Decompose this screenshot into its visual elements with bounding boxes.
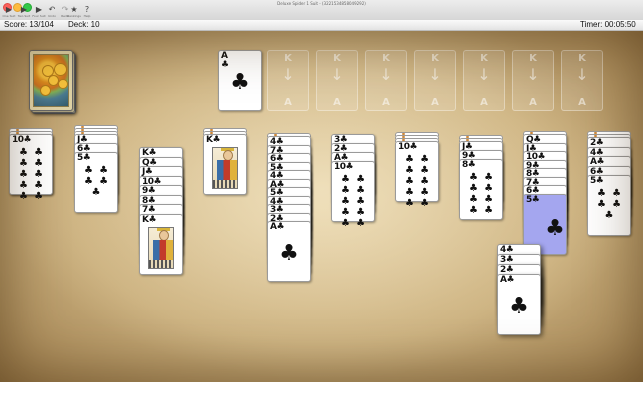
slot-ace-label: A: [431, 97, 439, 108]
card-index: K♣: [142, 214, 157, 225]
card-index: 10♣: [334, 162, 354, 172]
club-pips: ♣ ♣ ♣ ♣ ♣ ♣ ♣ ♣ ♣ ♣: [404, 154, 430, 209]
slot-ace-label: A: [284, 97, 292, 108]
club-pips: ♣ ♣ ♣ ♣ ♣: [596, 188, 622, 221]
card-index: 5♣: [77, 153, 91, 163]
status-bar: Score: 13/104 Deck: 10 Timer: 00:05:50: [0, 20, 643, 31]
card-index: A♣: [270, 222, 285, 232]
card-index: 8♣: [462, 160, 476, 170]
score-label: Score: 13/104: [4, 20, 54, 29]
sunflower-icon: [40, 85, 51, 96]
playing-card[interactable]: 10♣ ♣ ♣ ♣ ♣ ♣ ♣ ♣ ♣ ♣ ♣: [395, 141, 439, 209]
playing-card[interactable]: A♣ ♣: [267, 221, 311, 282]
playing-card[interactable]: K♣: [139, 213, 183, 275]
club-icon: ♣: [221, 60, 229, 70]
slot-king-label: K: [382, 53, 390, 64]
sunflower-icon: [54, 63, 67, 76]
foundation-slot: K ↓ A: [463, 50, 505, 111]
help-button[interactable]: ? Help: [80, 5, 94, 19]
game-window: Deluxe Spider 1 Suit - (3221534858049292…: [0, 0, 643, 382]
arrow-down-icon: ↓: [526, 65, 540, 84]
club-pips: ♣ ♣ ♣ ♣ ♣: [83, 165, 109, 198]
sunflower-icon: [58, 79, 68, 89]
slot-king-label: K: [431, 53, 439, 64]
arrow-down-icon: ↓: [281, 65, 295, 84]
timer-label: Timer: 00:05:50: [580, 20, 636, 29]
rankings-button[interactable]: ★ Rankings: [67, 5, 81, 19]
foundation-slot: K ↓ A: [365, 50, 407, 111]
arrow-down-icon: ↓: [330, 65, 344, 84]
undo-button[interactable]: ↶ Undo: [45, 5, 59, 19]
slot-king-label: K: [578, 53, 586, 64]
two-suit-button[interactable]: ▶ Two Suit: [17, 5, 31, 19]
playing-card[interactable]: 10♣ ♣ ♣ ♣ ♣ ♣ ♣ ♣ ♣ ♣ ♣: [9, 134, 53, 202]
playing-card[interactable]: 10♣ ♣ ♣ ♣ ♣ ♣ ♣ ♣ ♣ ♣ ♣: [331, 161, 375, 229]
arrow-down-icon: ↓: [575, 65, 589, 84]
slot-ace-label: A: [578, 97, 586, 108]
playing-card[interactable]: 5♣ ♣ ♣ ♣ ♣ ♣: [74, 152, 118, 213]
slot-king-label: K: [480, 53, 488, 64]
four-suit-button[interactable]: ▶ Four Suit: [32, 5, 46, 19]
play-icon: ▶: [5, 5, 13, 14]
king-portrait: [148, 226, 174, 269]
slot-ace-label: A: [529, 97, 537, 108]
deck-label: Deck: 10: [68, 20, 100, 29]
play-icon: ▶: [20, 5, 28, 14]
card-index: 10♣: [12, 135, 32, 145]
playing-card[interactable]: 5♣ ♣ ♣ ♣ ♣ ♣: [587, 175, 631, 236]
foundation-slot: K ↓ A: [267, 50, 309, 111]
foundation-slot: K ↓ A: [512, 50, 554, 111]
slot-king-label: K: [284, 53, 292, 64]
arrow-down-icon: ↓: [477, 65, 491, 84]
card-index: 10♣: [398, 142, 418, 152]
card-index: K♣: [206, 135, 221, 145]
club-pips: ♣ ♣ ♣ ♣ ♣ ♣ ♣ ♣: [468, 172, 494, 216]
slot-ace-label: A: [382, 97, 390, 108]
stock-card-back[interactable]: [29, 50, 73, 111]
play-icon: ▶: [35, 5, 43, 14]
undo-icon: ↶: [48, 5, 56, 14]
playing-card[interactable]: 8♣ ♣ ♣ ♣ ♣ ♣ ♣ ♣ ♣: [459, 159, 503, 220]
star-icon: ★: [70, 5, 78, 14]
slot-king-label: K: [529, 53, 537, 64]
slot-ace-label: A: [480, 97, 488, 108]
foundation-completed-card: A ♣ ♣: [218, 50, 262, 111]
club-icon: ♣: [545, 215, 565, 241]
slot-king-label: K: [333, 53, 341, 64]
arrow-down-icon: ↓: [428, 65, 442, 84]
club-icon: ♣: [509, 294, 529, 319]
title-bar: Deluxe Spider 1 Suit - (3221534858049292…: [0, 0, 643, 21]
slot-ace-label: A: [333, 97, 341, 108]
card-index: A♣: [500, 275, 515, 285]
help-icon: ?: [84, 5, 90, 14]
foundation-slot: K ↓ A: [561, 50, 603, 111]
card-index: 5♣: [526, 194, 540, 205]
one-suit-button[interactable]: ▶ One Suit: [2, 5, 16, 19]
playing-card[interactable]: K♣: [203, 134, 247, 195]
game-table: A♣♣K↓AK↓AK↓AK↓AK↓AK↓AK↓AJ♣10♣♣ ♣ ♣ ♣ ♣ ♣…: [0, 31, 643, 382]
face-grid: [213, 180, 237, 188]
club-icon: ♣: [230, 70, 250, 95]
face-grid: [149, 259, 173, 268]
window-title: Deluxe Spider 1 Suit - (3221534858049292…: [277, 1, 366, 6]
card-index: 5♣: [590, 176, 604, 186]
club-pips: ♣ ♣ ♣ ♣ ♣ ♣ ♣ ♣ ♣ ♣: [18, 147, 44, 202]
sunflower-painting: [33, 54, 69, 107]
foundation-slot: K ↓ A: [316, 50, 358, 111]
arrow-down-icon: ↓: [379, 65, 393, 84]
dragged-card[interactable]: A♣ ♣: [497, 274, 541, 335]
club-pips: ♣ ♣ ♣ ♣ ♣ ♣ ♣ ♣ ♣ ♣: [340, 174, 366, 229]
club-icon: ♣: [279, 241, 299, 266]
king-portrait: [212, 147, 238, 189]
foundation-slot: K ↓ A: [414, 50, 456, 111]
